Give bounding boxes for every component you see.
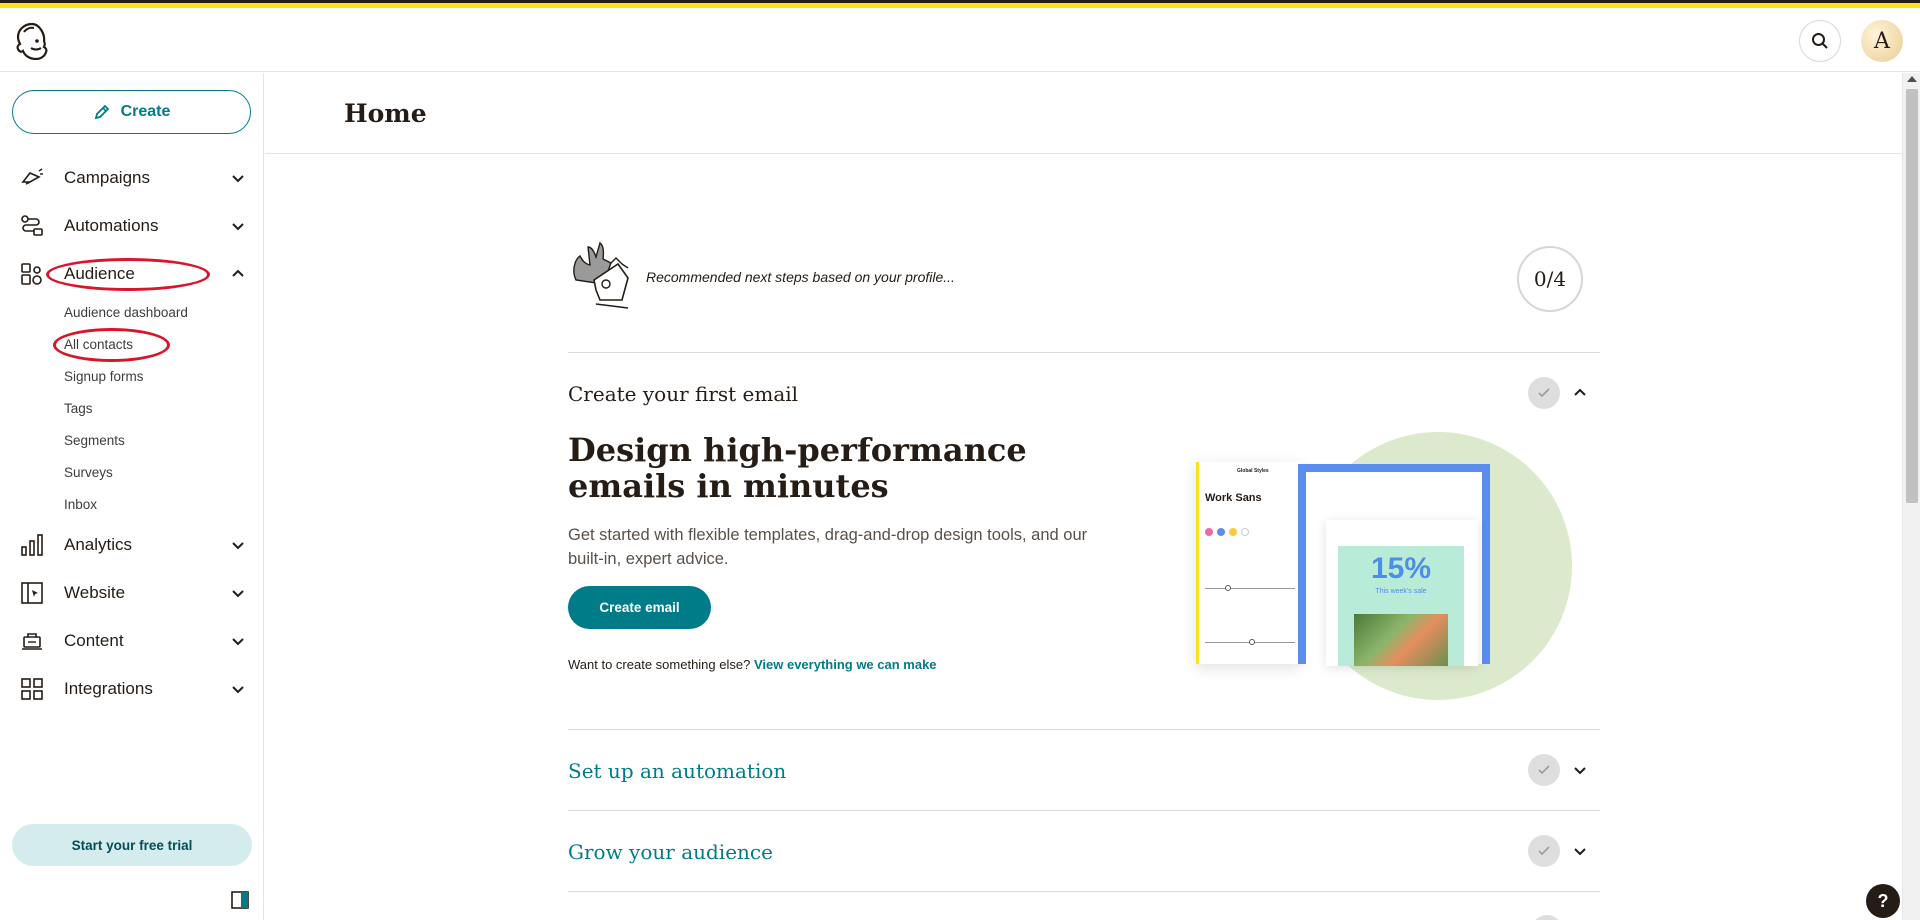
free-trial-label: Start your free trial (71, 837, 193, 853)
sidebar-item-website[interactable]: Website (0, 573, 263, 613)
search-icon (1812, 33, 1828, 49)
divider (568, 810, 1600, 811)
progress-ring: 0/4 (1517, 246, 1583, 312)
styles-panel: Global Styles Work Sans (1196, 462, 1300, 664)
pencil-icon (94, 104, 109, 120)
palette-swatch (1241, 528, 1249, 536)
create-button[interactable]: Create (12, 90, 251, 134)
email-card: 15% This week's sale (1326, 520, 1478, 666)
palette-swatch (1229, 528, 1237, 536)
more-options-line: Want to create something else? View ever… (568, 657, 937, 672)
sidebar-item-label: Website (64, 583, 126, 602)
sidebar-item-content[interactable]: Content (0, 621, 263, 661)
chevron-down-icon (232, 175, 244, 183)
bar-chart-icon (21, 534, 43, 556)
subnav-signup-forms[interactable]: Signup forms (64, 369, 144, 384)
email-hero: 15% This week's sale (1338, 546, 1464, 666)
chevron-down-icon (232, 686, 244, 694)
page-scrollbar[interactable] (1902, 73, 1920, 920)
subnav-inbox[interactable]: Inbox (64, 497, 97, 512)
section-title-grow-audience[interactable]: Grow your audience (568, 840, 773, 864)
megaphone-icon (21, 168, 43, 185)
create-button-label: Create (120, 103, 171, 120)
chevron-down-icon[interactable] (1572, 843, 1588, 859)
section-title-automation[interactable]: Set up an automation (568, 759, 786, 783)
chevron-down-icon (232, 223, 244, 231)
card-headline: Design high-performance emails in minute… (568, 431, 1027, 505)
divider (568, 891, 1600, 892)
help-button[interactable]: ? (1866, 884, 1900, 918)
section-title-create-email[interactable]: Create your first email (568, 382, 798, 406)
discount-text: 15% (1370, 552, 1432, 585)
section-check-badge (1528, 835, 1560, 867)
sidebar-item-label: Campaigns (64, 168, 150, 187)
chevron-up-icon (232, 269, 244, 277)
email-preview-frame: 15% This week's sale (1298, 464, 1490, 666)
subnav-all-contacts[interactable]: All contacts (64, 337, 133, 352)
brand-stripe (0, 0, 1920, 8)
subnav-surveys[interactable]: Surveys (64, 465, 113, 480)
email-preview-inner: 15% This week's sale (1306, 472, 1482, 666)
subnav-audience-dashboard[interactable]: Audience dashboard (64, 305, 188, 320)
chevron-down-icon[interactable] (1572, 762, 1588, 778)
slider-thumb (1249, 639, 1255, 645)
styles-font-name: Work Sans (1205, 492, 1262, 504)
recommendation-text: Recommended next steps based on your pro… (646, 269, 955, 285)
card-copy: Get started with flexible templates, dra… (568, 526, 1088, 568)
content-studio-icon (22, 633, 42, 650)
account-avatar[interactable]: A (1861, 20, 1903, 62)
sidebar-item-analytics[interactable]: Analytics (0, 525, 263, 565)
styles-panel-title: Global Styles (1237, 468, 1269, 474)
audience-icon (21, 263, 42, 285)
subnav-tags[interactable]: Tags (64, 401, 93, 416)
checkmark-icon (1538, 765, 1550, 775)
free-trial-button[interactable]: Start your free trial (12, 824, 252, 866)
divider (568, 729, 1600, 730)
sidebar-item-automations[interactable]: Automations (0, 206, 263, 246)
chevron-down-icon (232, 542, 244, 550)
email-photo (1354, 614, 1448, 666)
page-title: Home (344, 99, 427, 128)
chevron-down-icon (232, 638, 244, 646)
palette-swatch (1217, 528, 1225, 536)
sidebar-item-label: Audience (64, 264, 135, 283)
section-check-badge (1528, 754, 1560, 786)
palette-swatch (1205, 528, 1213, 536)
mailchimp-logo-icon[interactable] (12, 20, 52, 60)
slider-thumb (1225, 585, 1231, 591)
website-icon (21, 582, 43, 604)
divider (568, 352, 1600, 353)
checkmark-icon (1538, 846, 1550, 856)
create-email-button[interactable]: Create email (568, 586, 711, 629)
subnav-segments[interactable]: Segments (64, 433, 125, 448)
checkmark-icon (1538, 388, 1550, 398)
section-check-badge (1528, 377, 1560, 409)
search-button[interactable] (1799, 20, 1841, 62)
sidebar-item-campaigns[interactable]: Campaigns (0, 158, 263, 198)
automation-flow-icon (21, 215, 43, 236)
chevron-up-icon[interactable] (1572, 385, 1588, 401)
email-builder-illustration: Global Styles Work Sans 15% This week's … (1190, 430, 1572, 702)
sidebar-item-integrations[interactable]: Integrations (0, 669, 263, 709)
chevron-down-icon (232, 590, 244, 598)
discount-subtext: This week's sale (1375, 588, 1427, 595)
high-five-illustration-icon (573, 241, 629, 309)
sidebar-item-label: Integrations (64, 679, 153, 698)
scroll-up-arrow-icon[interactable] (1907, 76, 1917, 82)
sidebar-item-label: Content (64, 631, 124, 650)
scroll-thumb[interactable] (1906, 89, 1918, 503)
top-header: A (0, 8, 1920, 72)
more-prefix: Want to create something else? (568, 657, 751, 672)
page-header: Home (265, 73, 1902, 154)
sidebar: Create Campaigns Automations Audience Au… (0, 73, 264, 920)
sidebar-item-label: Automations (64, 216, 159, 235)
sidebar-item-audience[interactable]: Audience (0, 254, 263, 294)
collapse-sidebar-icon[interactable] (231, 891, 249, 909)
create-email-label: Create email (599, 600, 680, 615)
sidebar-item-label: Analytics (64, 535, 133, 554)
view-everything-link[interactable]: View everything we can make (754, 657, 937, 672)
grid-icon (21, 678, 43, 700)
slider-track (1205, 588, 1295, 589)
